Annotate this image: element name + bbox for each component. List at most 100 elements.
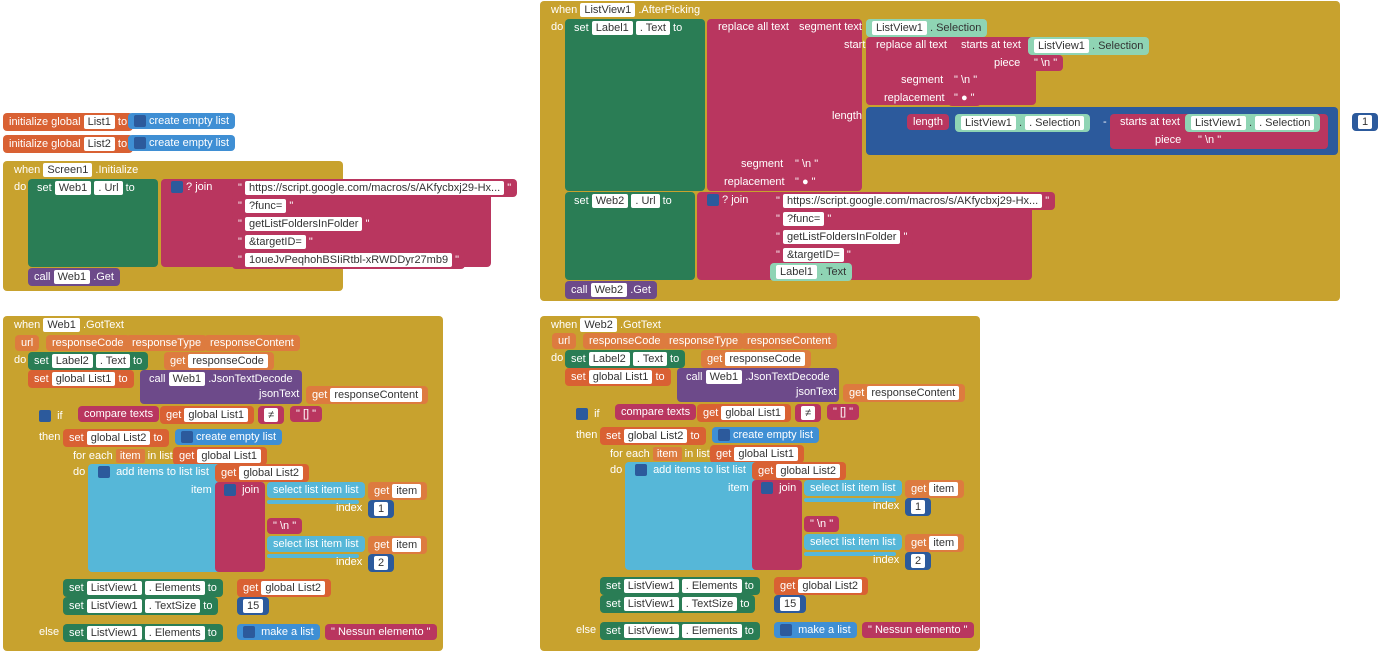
get-global-list1-c[interactable]: get global List1 <box>697 404 791 422</box>
nl-str-6[interactable]: " \n " <box>804 516 839 532</box>
gear-icon[interactable] <box>134 137 146 149</box>
param-responsetype-1[interactable]: responseType <box>126 335 207 351</box>
one-const[interactable]: 1 <box>1352 113 1378 131</box>
nessun-1[interactable]: " Nessun elemento " <box>325 624 437 640</box>
nessun-2[interactable]: " Nessun elemento " <box>862 622 974 638</box>
compare-texts-1[interactable]: compare texts <box>78 406 159 422</box>
str2[interactable]: " ?func= " <box>232 197 299 215</box>
empty-str-1[interactable]: " [] " <box>290 406 322 422</box>
str3b[interactable]: " getListFoldersInFolder " <box>770 228 913 246</box>
param-responsecontent-2[interactable]: responseContent <box>741 333 837 349</box>
set-global-list2-1[interactable]: set global List2 to <box>63 429 169 447</box>
neq-1[interactable]: ≠ <box>258 406 284 424</box>
set-lv-elements-else-2[interactable]: set ListView1 . Elements to <box>600 622 760 640</box>
two-1[interactable]: 2 <box>368 554 394 572</box>
param-url-1[interactable]: url <box>15 335 39 351</box>
call-web1-get[interactable]: call Web1 .Get <box>28 268 120 286</box>
set-lv-textsize-2[interactable]: set ListView1 . TextSize to <box>600 595 755 613</box>
get-global-list1-b[interactable]: get global List1 <box>173 447 267 465</box>
neq-2[interactable]: ≠ <box>795 404 821 422</box>
gear-icon[interactable] <box>761 482 773 494</box>
dot-str-1[interactable]: " ● " <box>948 90 981 106</box>
set-lv-elements-1[interactable]: set ListView1 . Elements to <box>63 579 223 597</box>
get-global-list2-a[interactable]: get global List2 <box>215 464 309 482</box>
str4[interactable]: " &targetID= " <box>232 233 319 251</box>
get-responsecontent-2[interactable]: get responseContent <box>843 384 965 402</box>
gear-icon[interactable] <box>635 464 647 476</box>
nl-str-4[interactable]: " \n " <box>789 156 824 172</box>
nl-str-3[interactable]: " \n " <box>1192 132 1227 148</box>
init-global-list2[interactable]: initialize global List2 to <box>3 135 133 153</box>
nl-str-2[interactable]: " \n " <box>948 72 983 88</box>
get-responsecode-2[interactable]: get responseCode <box>701 350 811 368</box>
select-item-1a[interactable]: select list item list <box>267 482 365 498</box>
lv-selection-1[interactable]: ListView1 . Selection <box>866 19 987 37</box>
make-a-list-1[interactable]: make a list <box>237 624 320 640</box>
create-empty-list-b1[interactable]: create empty list <box>175 429 282 445</box>
gear-icon[interactable] <box>707 194 719 206</box>
get-global-list1-a[interactable]: get global List1 <box>160 406 254 424</box>
lv-selection-3[interactable]: ListView1 . . Selection <box>955 114 1090 132</box>
str5[interactable]: " 1oueJvPeqhohBSIiRtbl-xRWDDyr27mb9 " <box>232 251 465 269</box>
fifteen-2[interactable]: 15 <box>774 595 806 613</box>
gear-icon[interactable] <box>134 115 146 127</box>
gear-icon[interactable] <box>39 410 51 422</box>
set-label2-text-1[interactable]: set Label2 . Text to <box>28 352 148 370</box>
get-item-2b[interactable]: get item <box>905 534 964 552</box>
call-web2-get[interactable]: call Web2 .Get <box>565 281 657 299</box>
get-item-1a[interactable]: get item <box>368 482 427 500</box>
select-item-2a[interactable]: select list item list <box>804 480 902 496</box>
gear-icon[interactable] <box>576 408 588 420</box>
set-lv-elements-2[interactable]: set ListView1 . Elements to <box>600 577 760 595</box>
label1-text[interactable]: Label1 . Text <box>770 263 852 281</box>
get-responsecontent-1[interactable]: get responseContent <box>306 386 428 404</box>
str4b[interactable]: " &targetID= " <box>770 246 857 264</box>
compare-texts-2[interactable]: compare texts <box>615 404 696 420</box>
get-responsecode-1[interactable]: get responseCode <box>164 352 274 370</box>
create-empty-list-b2[interactable]: create empty list <box>712 427 819 443</box>
set-lv-elements-else-1[interactable]: set ListView1 . Elements to <box>63 624 223 642</box>
param-responsecontent-1[interactable]: responseContent <box>204 335 300 351</box>
get-item-1b[interactable]: get item <box>368 536 427 554</box>
set-global-list2-2[interactable]: set global List2 to <box>600 427 706 445</box>
nl-str-5[interactable]: " \n " <box>267 518 302 534</box>
two-2[interactable]: 2 <box>905 552 931 570</box>
select-item-1b[interactable]: select list item list <box>267 536 365 552</box>
set-global-list1-1[interactable]: set global List1 to <box>28 370 134 388</box>
lv-selection-2[interactable]: ListView1 . Selection <box>1028 37 1149 55</box>
length-block[interactable]: length <box>907 114 949 130</box>
dot-str-2[interactable]: " ● " <box>789 174 822 190</box>
gear-icon[interactable] <box>171 181 183 193</box>
fifteen-1[interactable]: 15 <box>237 597 269 615</box>
empty-str-2[interactable]: " [] " <box>827 404 859 420</box>
set-lv-textsize-1[interactable]: set ListView1 . TextSize to <box>63 597 218 615</box>
gear-icon[interactable] <box>780 624 792 636</box>
select-item-2b[interactable]: select list item list <box>804 534 902 550</box>
str3[interactable]: " getListFoldersInFolder " <box>232 215 375 233</box>
gear-icon[interactable] <box>224 484 236 496</box>
str1b[interactable]: " https://script.google.com/macros/s/AKf… <box>770 192 1055 210</box>
gear-icon[interactable] <box>181 431 193 443</box>
gear-icon[interactable] <box>718 429 730 441</box>
set-global-list1-2[interactable]: set global List1 to <box>565 368 671 386</box>
make-a-list-2[interactable]: make a list <box>774 622 857 638</box>
param-responsetype-2[interactable]: responseType <box>663 333 744 349</box>
create-empty-list[interactable]: create empty list <box>128 113 235 129</box>
param-url-2[interactable]: url <box>552 333 576 349</box>
get-global-list2-b[interactable]: get global List2 <box>237 579 331 597</box>
param-responsecode-1[interactable]: responseCode <box>46 335 130 351</box>
nl-str-1[interactable]: " \n " <box>1028 55 1063 71</box>
str2b[interactable]: " ?func= " <box>770 210 837 228</box>
gear-icon[interactable] <box>243 626 255 638</box>
one-1[interactable]: 1 <box>368 500 394 518</box>
get-global-list2-d[interactable]: get global List2 <box>774 577 868 595</box>
set-label1-text-bg[interactable] <box>565 19 705 191</box>
lv-selection-4[interactable]: ListView1 . . Selection <box>1185 114 1320 132</box>
get-global-list2-c[interactable]: get global List2 <box>752 462 846 480</box>
gear-icon[interactable] <box>98 466 110 478</box>
str1[interactable]: " https://script.google.com/macros/s/AKf… <box>232 179 517 197</box>
create-empty-list-2[interactable]: create empty list <box>128 135 235 151</box>
param-responsecode-2[interactable]: responseCode <box>583 333 667 349</box>
one-2[interactable]: 1 <box>905 498 931 516</box>
init-global-list1[interactable]: initialize global List1 to <box>3 113 133 131</box>
